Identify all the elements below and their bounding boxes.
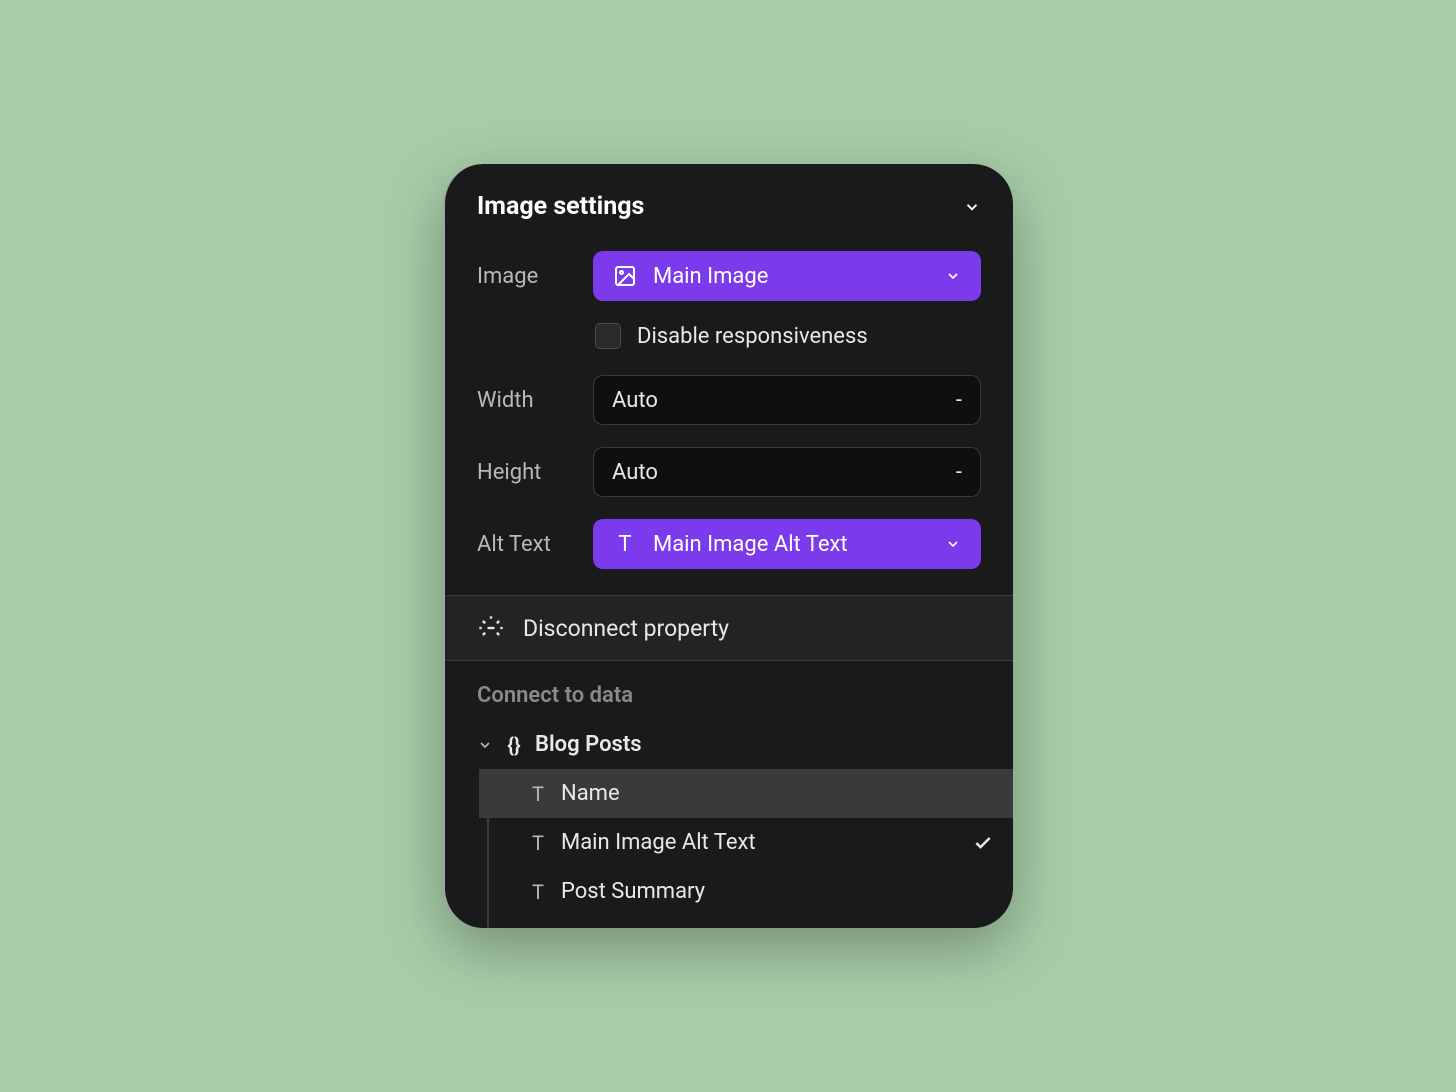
- height-field-row: Height Auto -: [477, 447, 981, 497]
- chevron-down-icon: [945, 268, 961, 284]
- disable-responsiveness-row: Disable responsiveness: [477, 323, 981, 349]
- text-icon: T: [529, 782, 547, 806]
- alt-text-field-row: Alt Text T Main Image Alt Text: [477, 519, 981, 569]
- text-icon: T: [529, 831, 547, 855]
- data-item-name[interactable]: T Name: [479, 769, 1013, 818]
- chevron-down-icon: [963, 198, 981, 216]
- data-group-label: Blog Posts: [535, 732, 642, 757]
- braces-icon: {}: [503, 734, 525, 756]
- height-input[interactable]: Auto -: [593, 447, 981, 497]
- alt-text-field-label: Alt Text: [477, 532, 577, 557]
- image-icon: [613, 264, 637, 288]
- disconnect-label: Disconnect property: [523, 615, 729, 642]
- connect-to-data-section: Connect to data {} Blog Posts T Name T M…: [445, 661, 1013, 928]
- disable-responsiveness-label: Disable responsiveness: [637, 324, 868, 349]
- data-item-post-summary[interactable]: T Post Summary: [479, 867, 1013, 928]
- data-item-main-image-alt-text[interactable]: T Main Image Alt Text: [479, 818, 1013, 867]
- width-input[interactable]: Auto -: [593, 375, 981, 425]
- panel-title: Image settings: [477, 192, 644, 221]
- dash-icon: -: [956, 388, 962, 413]
- chevron-down-icon: [477, 737, 493, 753]
- height-value: Auto: [612, 460, 658, 485]
- width-field-row: Width Auto -: [477, 375, 981, 425]
- data-item-label: Main Image Alt Text: [561, 830, 959, 855]
- data-tree-items: T Name T Main Image Alt Text T Post Summ…: [487, 769, 981, 928]
- disconnect-property-button[interactable]: Disconnect property: [445, 596, 1013, 660]
- alt-text-select[interactable]: T Main Image Alt Text: [593, 519, 981, 569]
- image-field-row: Image Main Image: [477, 251, 981, 301]
- chevron-down-icon: [945, 536, 961, 552]
- connect-title: Connect to data: [477, 683, 981, 708]
- data-item-label: Post Summary: [561, 879, 993, 904]
- checkbox-wrap: Disable responsiveness: [593, 323, 981, 349]
- check-icon: [973, 833, 993, 853]
- panel-header[interactable]: Image settings: [445, 164, 1013, 241]
- unlink-icon: [477, 614, 505, 642]
- disable-responsiveness-checkbox[interactable]: [595, 323, 621, 349]
- text-icon: T: [613, 532, 637, 556]
- height-field-label: Height: [477, 460, 577, 485]
- image-select[interactable]: Main Image: [593, 251, 981, 301]
- image-field-label: Image: [477, 264, 577, 289]
- settings-body: Image Main Image Disable: [445, 241, 1013, 595]
- alt-text-select-value: Main Image Alt Text: [653, 532, 929, 557]
- width-value: Auto: [612, 388, 658, 413]
- data-item-label: Name: [561, 781, 993, 806]
- text-icon: T: [529, 880, 547, 904]
- image-settings-panel: Image settings Image Main Image: [443, 164, 1013, 928]
- dash-icon: -: [956, 460, 962, 485]
- width-field-label: Width: [477, 388, 577, 413]
- data-group-header[interactable]: {} Blog Posts: [477, 726, 981, 763]
- image-select-value: Main Image: [653, 264, 929, 289]
